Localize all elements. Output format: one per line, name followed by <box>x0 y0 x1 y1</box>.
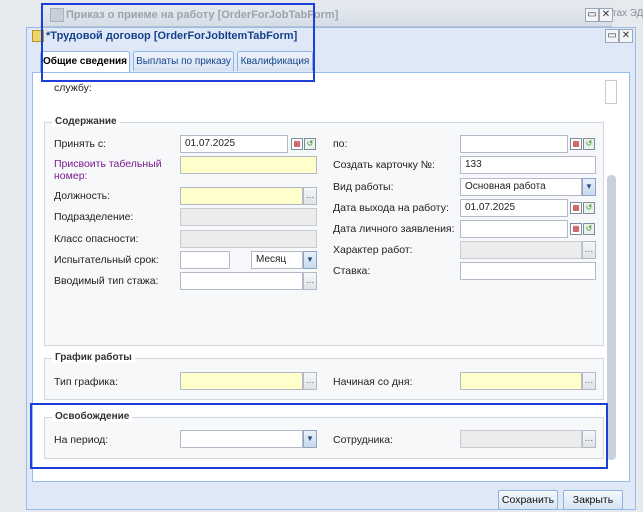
accept-from-date-input[interactable]: 01.07.2025 <box>180 135 288 153</box>
department-input <box>180 208 317 226</box>
position-input[interactable] <box>180 187 303 205</box>
clear-date-icon[interactable]: ↺ <box>583 138 595 150</box>
annotation-highlight-release <box>30 403 608 469</box>
work-type-select[interactable]: Основная работа <box>460 178 582 196</box>
background-minimize-button[interactable]: ▭ <box>585 8 599 22</box>
rate-input[interactable] <box>460 262 596 280</box>
scroll-up-area[interactable] <box>605 80 617 104</box>
calendar-icon[interactable]: ▦ <box>570 223 582 235</box>
start-day-label: Начиная со дня: <box>333 376 413 388</box>
application-date-label: Дата личного заявления: <box>333 223 455 235</box>
annotation-highlight-title <box>41 3 315 82</box>
tab-number-label: Присвоить табельный <box>54 158 162 170</box>
content-legend: Содержание <box>52 116 120 127</box>
probation-input[interactable] <box>180 251 230 269</box>
schedule-type-lookup-button[interactable]: … <box>303 372 317 390</box>
schedule-type-input[interactable] <box>180 372 303 390</box>
seniority-type-label: Вводимый тип стажа: <box>54 275 159 287</box>
chevron-down-icon[interactable]: ▼ <box>303 251 317 269</box>
tab-number-input[interactable] <box>180 156 317 174</box>
position-lookup-button[interactable]: … <box>303 187 317 205</box>
clear-date-icon[interactable]: ↺ <box>304 138 316 150</box>
start-day-input[interactable] <box>460 372 582 390</box>
accept-from-label: Принять с: <box>54 138 107 150</box>
hazard-class-label: Класс опасности: <box>54 233 139 245</box>
card-number-input[interactable]: 133 <box>460 156 596 174</box>
seniority-type-lookup-button[interactable]: … <box>303 272 317 290</box>
work-nature-label: Характер работ: <box>333 244 413 256</box>
clear-date-icon[interactable]: ↺ <box>583 223 595 235</box>
to-date-input[interactable] <box>460 135 568 153</box>
probation-unit-select[interactable]: Месяц <box>251 251 303 269</box>
chevron-down-icon[interactable]: ▼ <box>582 178 596 196</box>
clear-date-icon[interactable]: ↺ <box>583 202 595 214</box>
seniority-type-input[interactable] <box>180 272 303 290</box>
calendar-icon[interactable]: ▦ <box>570 202 582 214</box>
schedule-type-label: Тип графика: <box>54 376 119 388</box>
application-date-input[interactable] <box>460 220 568 238</box>
vertical-scrollbar-thumb[interactable] <box>607 175 616 460</box>
work-nature-lookup-button[interactable]: … <box>582 241 596 259</box>
background-close-button[interactable]: ✕ <box>599 8 613 22</box>
hazard-class-input <box>180 230 317 248</box>
service-fragment-label: службу: <box>54 82 92 94</box>
close-button[interactable]: Закрыть <box>563 490 623 510</box>
start-day-lookup-button[interactable]: … <box>582 372 596 390</box>
rate-label: Ставка: <box>333 265 371 277</box>
tab-number-label-line2: номер: <box>54 170 88 182</box>
calendar-icon[interactable]: ▦ <box>570 138 582 150</box>
work-nature-input <box>460 241 582 259</box>
work-type-label: Вид работы: <box>333 181 394 193</box>
card-number-label: Создать карточку №: <box>333 159 435 171</box>
start-date-input[interactable]: 01.07.2025 <box>460 199 568 217</box>
schedule-legend: График работы <box>52 352 135 363</box>
start-date-label: Дата выхода на работу: <box>333 202 449 214</box>
to-date-label: по: <box>333 138 348 150</box>
calendar-icon[interactable]: ▦ <box>291 138 303 150</box>
save-button[interactable]: Сохранить <box>498 490 558 510</box>
window-minimize-button[interactable]: ▭ <box>605 29 619 43</box>
window-close-button[interactable]: ✕ <box>619 29 633 43</box>
position-label: Должность: <box>54 190 111 202</box>
department-label: Подразделение: <box>54 211 134 223</box>
probation-label: Испытательный срок: <box>54 254 159 266</box>
background-side-text: тах ЭДО <box>612 8 643 19</box>
